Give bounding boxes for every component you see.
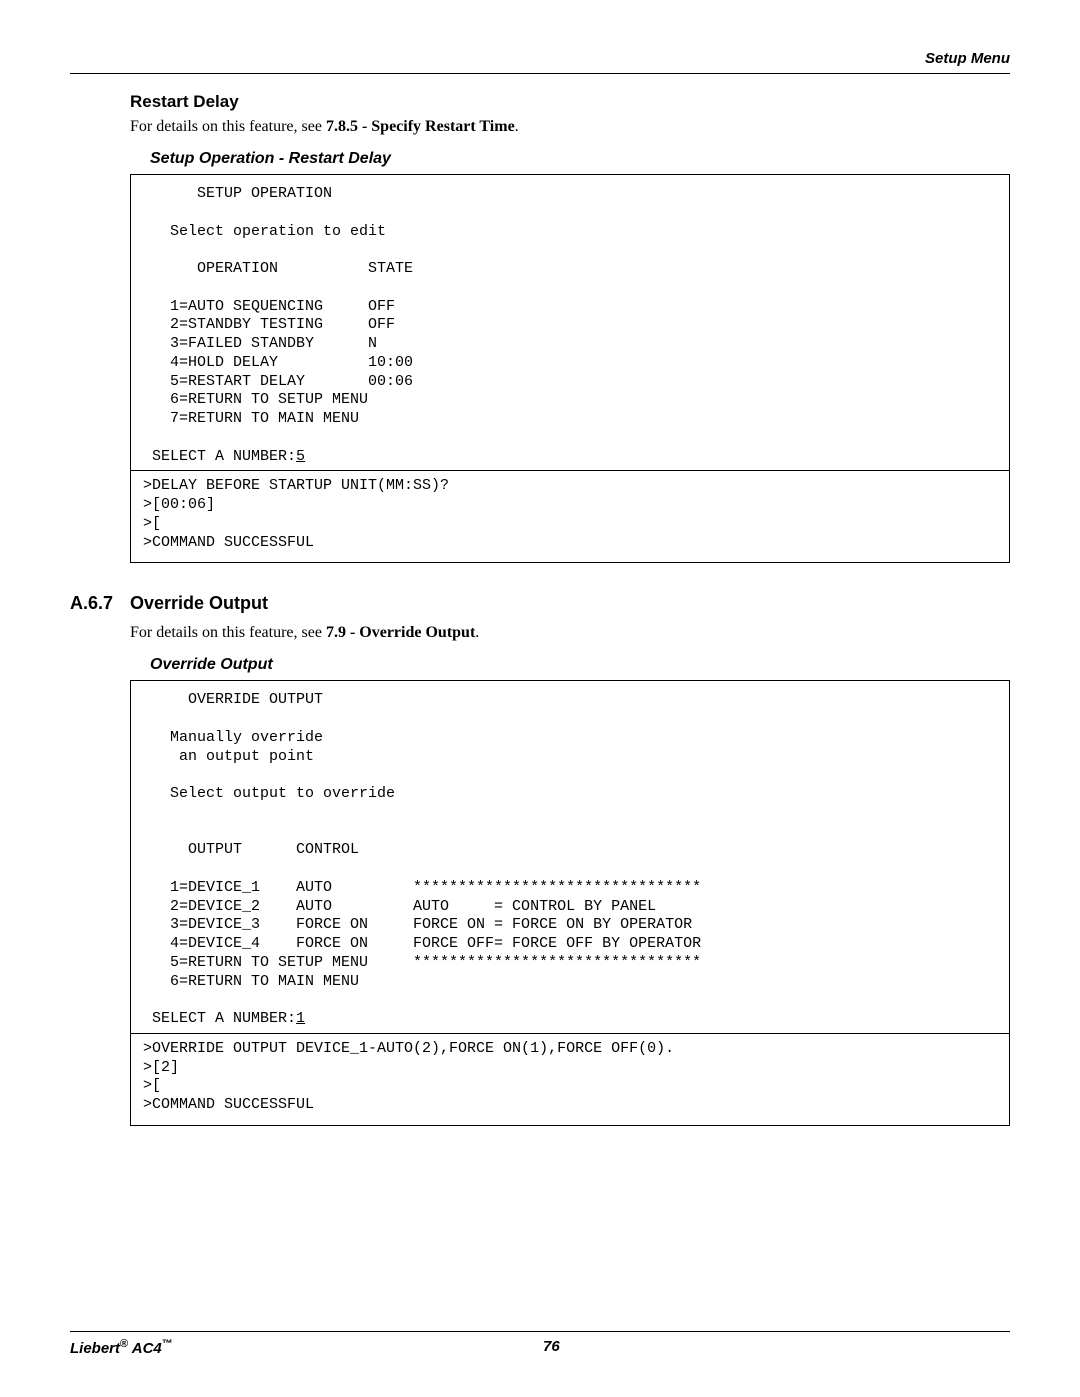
term-line: SELECT A NUMBER: [143, 1010, 296, 1027]
term-line: 3=FAILED STANDBY N [143, 335, 377, 352]
term-line: OPERATION STATE [143, 260, 413, 277]
term-line: >[ [143, 1077, 161, 1094]
term-line: >[ [143, 515, 161, 532]
term-input: 1 [296, 1010, 305, 1027]
term-line: >OVERRIDE OUTPUT DEVICE_1-AUTO(2),FORCE … [143, 1040, 674, 1057]
intro-text: For details on this feature, see [130, 624, 326, 641]
footer-page-number: 76 [543, 1338, 560, 1357]
term-line: >[2] [143, 1059, 179, 1076]
term-line: 2=DEVICE_2 AUTO AUTO = CONTROL BY PANEL [143, 898, 656, 915]
term-line: SELECT A NUMBER: [143, 448, 296, 465]
footer-brand: Liebert [70, 1340, 120, 1357]
term-input: 5 [296, 448, 305, 465]
term-line: 5=RETURN TO SETUP MENU *****************… [143, 954, 701, 971]
intro-post: . [515, 118, 519, 135]
term-line: >COMMAND SUCCESSFUL [143, 534, 314, 551]
term-line: 4=DEVICE_4 FORCE ON FORCE OFF= FORCE OFF… [143, 935, 701, 952]
trademark-icon: ™ [162, 1338, 173, 1350]
restart-delay-caption: Setup Operation - Restart Delay [150, 150, 1010, 168]
restart-delay-terminal: SETUP OPERATION Select operation to edit… [130, 174, 1010, 563]
term-line: 4=HOLD DELAY 10:00 [143, 354, 413, 371]
term-line: 7=RETURN TO MAIN MENU [143, 410, 359, 427]
term-line: 3=DEVICE_3 FORCE ON FORCE ON = FORCE ON … [143, 916, 692, 933]
terminal-divider [131, 1033, 1009, 1034]
term-line: 2=STANDBY TESTING OFF [143, 316, 395, 333]
term-line: >[00:06] [143, 496, 215, 513]
override-output-heading: A.6.7Override Output [70, 593, 1010, 614]
footer-rule [70, 1331, 1010, 1332]
page-footer: Liebert® AC4™ 76 [70, 1331, 1010, 1357]
restart-delay-heading: Restart Delay [130, 92, 1010, 112]
term-line: 1=DEVICE_1 AUTO ************************… [143, 879, 701, 896]
term-line: Select output to override [143, 785, 395, 802]
term-line: Select operation to edit [143, 223, 386, 240]
header-right: Setup Menu [70, 50, 1010, 71]
intro-text: For details on this feature, see [130, 118, 326, 135]
term-line: >DELAY BEFORE STARTUP UNIT(MM:SS)? [143, 477, 449, 494]
intro-post: . [475, 624, 479, 641]
override-caption: Override Output [150, 656, 1010, 674]
term-line: OVERRIDE OUTPUT [143, 691, 323, 708]
term-line: 1=AUTO SEQUENCING OFF [143, 298, 395, 315]
term-line: 6=RETURN TO SETUP MENU [143, 391, 368, 408]
override-intro: For details on this feature, see 7.9 - O… [130, 624, 1010, 642]
intro-ref: 7.9 - Override Output [326, 624, 475, 641]
term-line: an output point [143, 748, 314, 765]
section-title: Override Output [130, 593, 268, 613]
registered-icon: ® [120, 1338, 128, 1350]
term-line: 5=RESTART DELAY 00:06 [143, 373, 413, 390]
footer-product: Liebert® AC4™ [70, 1338, 173, 1357]
term-line: SETUP OPERATION [143, 185, 332, 202]
section-number: A.6.7 [70, 593, 130, 614]
footer-model: AC4 [128, 1340, 162, 1357]
term-line: Manually override [143, 729, 323, 746]
terminal-divider [131, 470, 1009, 471]
intro-ref: 7.8.5 - Specify Restart Time [326, 118, 515, 135]
header-rule [70, 73, 1010, 74]
term-line: >COMMAND SUCCESSFUL [143, 1096, 314, 1113]
term-line: OUTPUT CONTROL [143, 841, 359, 858]
override-terminal: OVERRIDE OUTPUT Manually override an out… [130, 680, 1010, 1126]
restart-delay-intro: For details on this feature, see 7.8.5 -… [130, 118, 1010, 136]
term-line: 6=RETURN TO MAIN MENU [143, 973, 359, 990]
